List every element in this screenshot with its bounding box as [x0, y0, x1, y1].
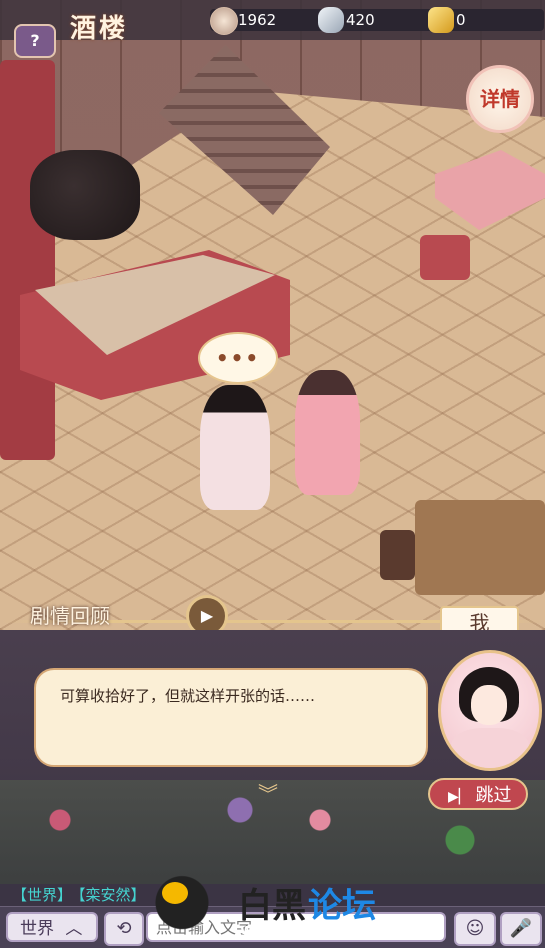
page-title: 酒楼 [70, 14, 129, 44]
silver-counter: 420 [318, 7, 434, 33]
copper-coin-counter: 1962 [210, 7, 326, 35]
copper-coin-icon [210, 7, 238, 35]
chat-preview[interactable]: 【世界】 【栾安然】 [0, 884, 545, 906]
portrait-robe [451, 728, 529, 768]
maid-character[interactable] [295, 370, 360, 495]
wooden-stool [380, 530, 415, 580]
chat-sender: 【栾安然】 [78, 886, 146, 904]
player-character[interactable] [200, 385, 270, 510]
speech-bubble: ••• [198, 332, 278, 384]
red-shelf [0, 60, 55, 460]
story-recap-label[interactable]: 剧情回顾 [30, 600, 110, 629]
chat-input[interactable] [146, 912, 446, 942]
skip-icon: ▶▏ [448, 789, 470, 805]
continue-chevron-icon[interactable]: ︾ [258, 778, 278, 807]
microphone-icon[interactable]: 🎤 [500, 912, 542, 946]
gold-ingot-icon [428, 7, 454, 33]
wooden-crates [415, 500, 545, 595]
dialogue-box[interactable] [34, 668, 428, 767]
help-button[interactable]: ? [14, 24, 56, 58]
silver-ingot-icon [318, 7, 344, 33]
game-scene[interactable]: ••• [0, 0, 545, 630]
chat-bar: 世界 ︿ ⟲ ☺ 🎤 [0, 906, 545, 948]
wine-jars [30, 150, 140, 240]
red-stool [420, 235, 470, 280]
history-icon[interactable]: ⟲ [104, 912, 144, 946]
channel-select-button[interactable]: 世界 ︿ [6, 912, 98, 942]
skip-button[interactable]: ▶▏ 跳过 [428, 778, 528, 810]
dialogue-text: 可算收拾好了，但就这样开张的话…… [60, 687, 316, 705]
speaker-portrait [438, 650, 542, 771]
skip-label: 跳过 [475, 785, 512, 806]
chat-channel-tag: 【世界】 [12, 886, 73, 904]
gold-counter: 0 [428, 7, 544, 33]
emoji-icon[interactable]: ☺ [454, 912, 496, 946]
chevron-up-icon: ︿ [65, 919, 83, 939]
portrait-face [471, 685, 507, 725]
detail-button[interactable]: 详情 [466, 65, 534, 133]
channel-label: 世界 [20, 919, 54, 939]
